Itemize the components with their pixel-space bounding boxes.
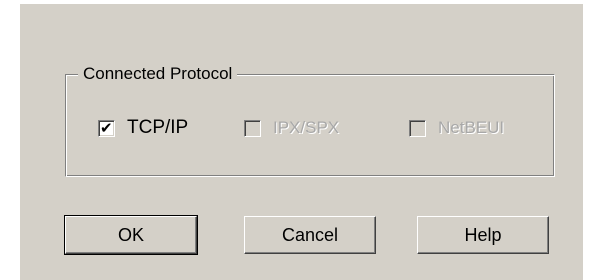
connected-protocol-legend: Connected Protocol [78, 63, 238, 85]
cancel-button[interactable]: Cancel [244, 216, 376, 254]
checkmark-icon: ✔ [100, 119, 113, 137]
tcpip-checkbox-item[interactable]: ✔ TCP/IP [98, 116, 188, 140]
netbeui-checkbox [409, 119, 426, 137]
ipxspx-checkbox-item: IPX/SPX [244, 116, 339, 140]
netbeui-label: NetBEUI [438, 118, 505, 137]
help-button[interactable]: Help [417, 216, 549, 254]
ipxspx-label: IPX/SPX [273, 118, 340, 137]
tcpip-label: TCP/IP [127, 117, 189, 138]
protocol-dialog: Connected Protocol ✔ TCP/IP IPX/SPX NetB… [20, 4, 583, 280]
tcpip-checkbox[interactable]: ✔ [98, 119, 115, 137]
netbeui-checkbox-item: NetBEUI [409, 116, 504, 140]
ipxspx-checkbox [244, 119, 261, 137]
ok-button[interactable]: OK [64, 215, 198, 255]
